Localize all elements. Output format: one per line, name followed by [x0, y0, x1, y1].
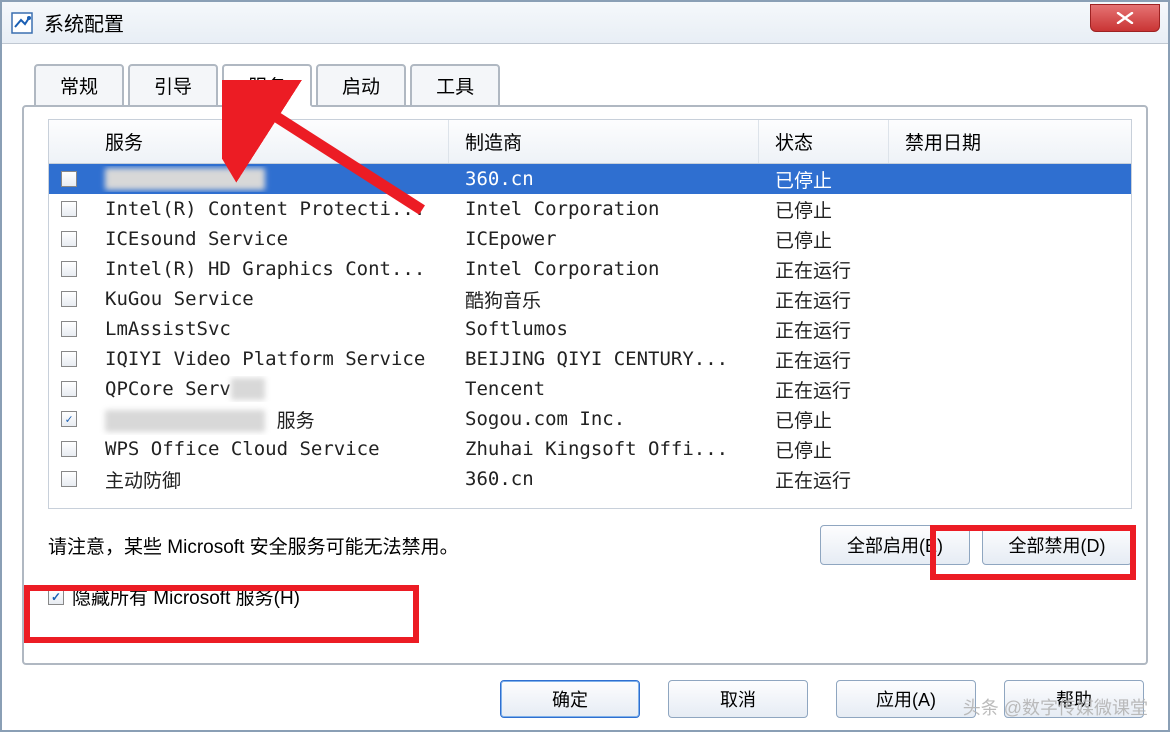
titlebar: 系统配置: [2, 2, 1168, 44]
cell-date: [889, 207, 1131, 211]
cell-date: [889, 177, 1131, 181]
cell-date: [889, 477, 1131, 481]
row-checkbox[interactable]: [61, 351, 77, 367]
col-disabled-date[interactable]: 禁用日期: [889, 120, 1131, 163]
row-checkbox[interactable]: [61, 441, 77, 457]
row-checkbox[interactable]: [61, 261, 77, 277]
cell-service: 主动防御: [89, 464, 449, 495]
table-row[interactable]: IQIYI Video Platform ServiceBEIJING QIYI…: [49, 344, 1131, 374]
cell-service: KuGou Service: [89, 286, 449, 312]
note-row: 请注意，某些 Microsoft 安全服务可能无法禁用。 全部启用(E) 全部禁…: [48, 525, 1132, 565]
cell-status: 已停止: [759, 164, 889, 195]
table-row[interactable]: WPS Office Cloud ServiceZhuhai Kingsoft …: [49, 434, 1131, 464]
table-row[interactable]: ██████████████ 服务Sogou.com Inc.已停止: [49, 404, 1131, 434]
cell-manufacturer: Sogou.com Inc.: [449, 406, 759, 432]
cell-manufacturer: Tencent: [449, 376, 759, 402]
note-text: 请注意，某些 Microsoft 安全服务可能无法禁用。: [48, 532, 808, 559]
cell-manufacturer: 酷狗音乐: [449, 284, 759, 315]
enable-all-button[interactable]: 全部启用(E): [820, 525, 970, 565]
table-row[interactable]: KuGou Service酷狗音乐正在运行: [49, 284, 1131, 314]
row-checkbox[interactable]: [61, 171, 77, 187]
cell-service: ICEsound Service: [89, 226, 449, 252]
cell-service: ██████████████ 服务: [89, 404, 449, 435]
services-panel: 服务 制造商 状态 禁用日期 ██████████████360.cn已停止In…: [22, 105, 1148, 665]
table-row[interactable]: 主动防御360.cn正在运行: [49, 464, 1131, 494]
cell-date: [889, 357, 1131, 361]
table-row[interactable]: QPCore Serv███Tencent正在运行: [49, 374, 1131, 404]
disable-all-button[interactable]: 全部禁用(D): [982, 525, 1132, 565]
row-checkbox[interactable]: [61, 471, 77, 487]
col-manufacturer[interactable]: 制造商: [449, 120, 759, 163]
close-button[interactable]: [1090, 4, 1160, 32]
row-checkbox[interactable]: [61, 381, 77, 397]
table-header: 服务 制造商 状态 禁用日期: [49, 120, 1131, 164]
cell-status: 正在运行: [759, 374, 889, 405]
cell-status: 已停止: [759, 434, 889, 465]
cell-status: 已停止: [759, 194, 889, 225]
cell-manufacturer: Intel Corporation: [449, 256, 759, 282]
hide-microsoft-checkbox[interactable]: [48, 589, 64, 605]
col-service[interactable]: 服务: [89, 120, 449, 163]
cell-date: [889, 447, 1131, 451]
hide-microsoft-row: 隐藏所有 Microsoft 服务(H): [48, 583, 1132, 610]
window-title: 系统配置: [44, 8, 124, 37]
cell-service: Intel(R) HD Graphics Cont...: [89, 256, 449, 282]
cell-service: QPCore Serv███: [89, 376, 449, 402]
table-row[interactable]: Intel(R) HD Graphics Cont...Intel Corpor…: [49, 254, 1131, 284]
tab-services[interactable]: 服务: [222, 64, 312, 107]
cell-status: 正在运行: [759, 284, 889, 315]
cell-manufacturer: Intel Corporation: [449, 196, 759, 222]
tab-strip: 常规 引导 服务 启动 工具: [2, 44, 1168, 107]
row-checkbox[interactable]: [61, 201, 77, 217]
cell-manufacturer: BEIJING QIYI CENTURY...: [449, 346, 759, 372]
cell-status: 已停止: [759, 224, 889, 255]
table-row[interactable]: Intel(R) Content Protecti...Intel Corpor…: [49, 194, 1131, 224]
table-row[interactable]: ██████████████360.cn已停止: [49, 164, 1131, 194]
tab-general[interactable]: 常规: [34, 64, 124, 107]
cell-status: 正在运行: [759, 464, 889, 495]
cell-date: [889, 267, 1131, 271]
col-status[interactable]: 状态: [759, 120, 889, 163]
table-row[interactable]: ICEsound ServiceICEpower已停止: [49, 224, 1131, 254]
cancel-button[interactable]: 取消: [668, 680, 808, 718]
hide-microsoft-label: 隐藏所有 Microsoft 服务(H): [72, 583, 300, 610]
tab-startup[interactable]: 启动: [316, 64, 406, 107]
cell-manufacturer: 360.cn: [449, 166, 759, 192]
row-checkbox[interactable]: [61, 291, 77, 307]
cell-status: 正在运行: [759, 254, 889, 285]
row-checkbox[interactable]: [61, 231, 77, 247]
cell-service: ██████████████: [89, 166, 449, 192]
cell-date: [889, 387, 1131, 391]
row-checkbox[interactable]: [61, 321, 77, 337]
cell-service: LmAssistSvc: [89, 316, 449, 342]
cell-date: [889, 237, 1131, 241]
cell-service: WPS Office Cloud Service: [89, 436, 449, 462]
watermark: 头条 @数字传媒微课堂: [963, 694, 1148, 720]
apply-button[interactable]: 应用(A): [836, 680, 976, 718]
cell-status: 已停止: [759, 404, 889, 435]
cell-manufacturer: Softlumos: [449, 316, 759, 342]
cell-manufacturer: ICEpower: [449, 226, 759, 252]
row-checkbox[interactable]: [61, 411, 77, 427]
cell-manufacturer: Zhuhai Kingsoft Offi...: [449, 436, 759, 462]
app-icon: [10, 11, 34, 35]
cell-date: [889, 327, 1131, 331]
table-row[interactable]: LmAssistSvcSoftlumos正在运行: [49, 314, 1131, 344]
cell-service: IQIYI Video Platform Service: [89, 346, 449, 372]
tab-tools[interactable]: 工具: [410, 64, 500, 107]
cell-service: Intel(R) Content Protecti...: [89, 196, 449, 222]
msconfig-window: 系统配置 常规 引导 服务 启动 工具 服务 制造商 状态 禁用日期 █████…: [0, 0, 1170, 732]
services-table: 服务 制造商 状态 禁用日期 ██████████████360.cn已停止In…: [48, 119, 1132, 509]
cell-manufacturer: 360.cn: [449, 466, 759, 492]
cell-date: [889, 297, 1131, 301]
tab-boot[interactable]: 引导: [128, 64, 218, 107]
cell-date: [889, 417, 1131, 421]
cell-status: 正在运行: [759, 314, 889, 345]
ok-button[interactable]: 确定: [500, 680, 640, 718]
cell-status: 正在运行: [759, 344, 889, 375]
